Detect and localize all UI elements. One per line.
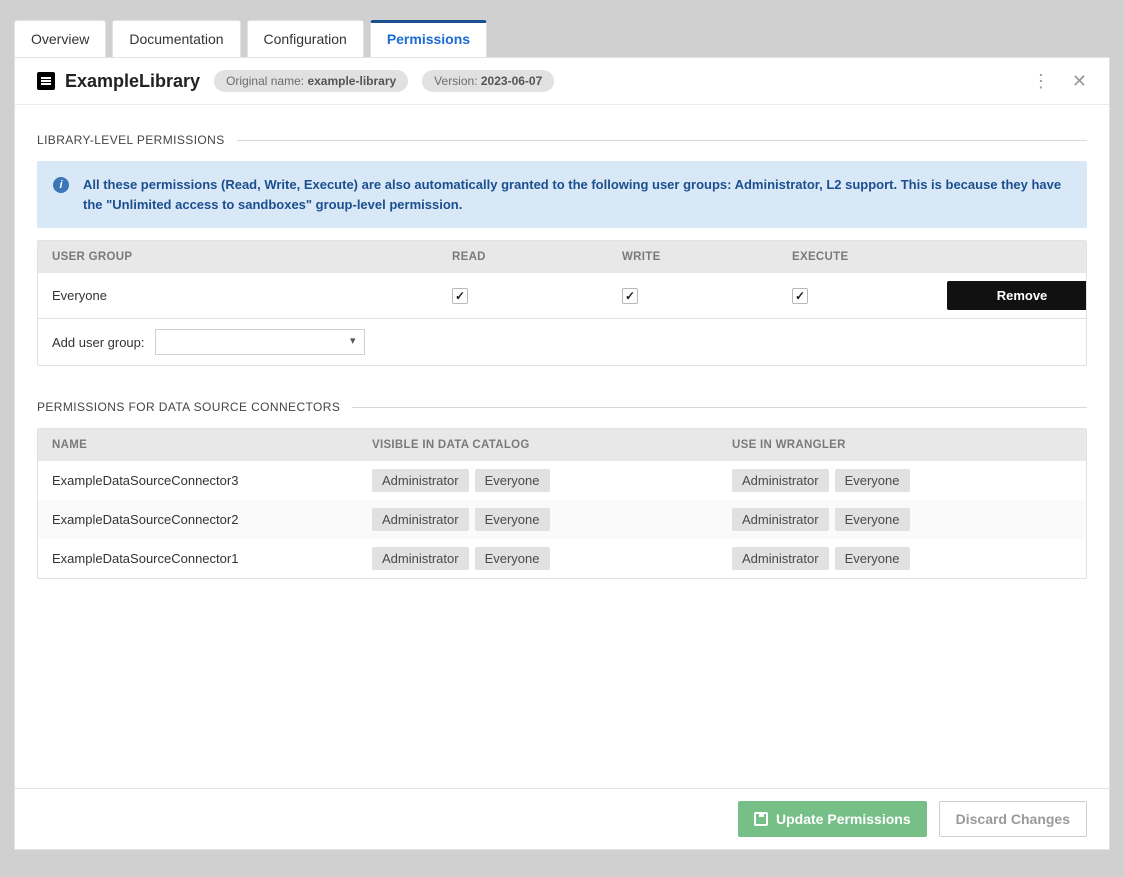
user-group-table-body: Everyone Remove <box>38 273 1086 318</box>
permission-tag[interactable]: Administrator <box>732 508 829 531</box>
connector-table: NAME VISIBLE IN DATA CATALOG USE IN WRAN… <box>37 428 1087 579</box>
version-pill: Version: 2023-06-07 <box>422 70 554 92</box>
save-icon <box>754 812 768 826</box>
divider <box>237 140 1087 141</box>
update-permissions-label: Update Permissions <box>776 811 911 827</box>
table-row: ExampleDataSourceConnector2Administrator… <box>38 500 1086 539</box>
permission-tag[interactable]: Everyone <box>475 547 550 570</box>
col-user-group: USER GROUP <box>38 241 438 273</box>
info-banner-text: All these permissions (Read, Write, Exec… <box>83 175 1071 214</box>
tabs: Overview Documentation Configuration Per… <box>14 20 1110 57</box>
main-panel: ExampleLibrary Original name: example-li… <box>14 57 1110 850</box>
checkbox-execute[interactable] <box>792 288 808 304</box>
cell-catalog: Administrator Everyone <box>358 500 718 539</box>
version-value: 2023-06-07 <box>481 74 542 88</box>
version-label: Version: <box>434 74 477 88</box>
cell-group-name: Everyone <box>38 280 438 311</box>
cell-catalog: Administrator Everyone <box>358 461 718 500</box>
section-library-level-label: LIBRARY-LEVEL PERMISSIONS <box>37 133 225 147</box>
cell-catalog: Administrator Everyone <box>358 539 718 578</box>
divider <box>352 407 1087 408</box>
col-execute: EXECUTE <box>778 241 933 273</box>
cell-connector-name: ExampleDataSourceConnector2 <box>38 504 358 535</box>
user-group-table-header: USER GROUP READ WRITE EXECUTE <box>38 241 1086 273</box>
tab-permissions[interactable]: Permissions <box>370 20 487 57</box>
permission-tag[interactable]: Administrator <box>732 469 829 492</box>
update-permissions-button[interactable]: Update Permissions <box>738 801 927 837</box>
permission-tag[interactable]: Administrator <box>372 508 469 531</box>
cell-connector-name: ExampleDataSourceConnector1 <box>38 543 358 574</box>
col-wrangler: USE IN WRANGLER <box>718 429 1086 461</box>
footer: Update Permissions Discard Changes <box>15 788 1109 849</box>
permission-tag[interactable]: Everyone <box>835 547 910 570</box>
permission-tag[interactable]: Everyone <box>835 508 910 531</box>
checkbox-read[interactable] <box>452 288 468 304</box>
connector-table-body: ExampleDataSourceConnector3Administrator… <box>38 461 1086 578</box>
checkbox-write[interactable] <box>622 288 638 304</box>
discard-changes-button[interactable]: Discard Changes <box>939 801 1087 837</box>
col-name: NAME <box>38 429 358 461</box>
permission-tag[interactable]: Everyone <box>835 469 910 492</box>
original-name-pill: Original name: example-library <box>214 70 408 92</box>
col-catalog: VISIBLE IN DATA CATALOG <box>358 429 718 461</box>
section-connectors: PERMISSIONS FOR DATA SOURCE CONNECTORS <box>37 400 1087 414</box>
col-write: WRITE <box>608 241 778 273</box>
cell-wrangler: Administrator Everyone <box>718 461 1086 500</box>
col-read: READ <box>438 241 608 273</box>
original-name-label: Original name: <box>226 74 304 88</box>
permission-tag[interactable]: Administrator <box>372 469 469 492</box>
permission-tag[interactable]: Everyone <box>475 469 550 492</box>
user-group-table: USER GROUP READ WRITE EXECUTE Everyone R… <box>37 240 1087 366</box>
section-library-level: LIBRARY-LEVEL PERMISSIONS <box>37 133 1087 147</box>
library-icon <box>37 72 55 90</box>
cell-connector-name: ExampleDataSourceConnector3 <box>38 465 358 496</box>
connector-table-header: NAME VISIBLE IN DATA CATALOG USE IN WRAN… <box>38 429 1086 461</box>
add-user-group-label: Add user group: <box>52 335 145 350</box>
col-actions <box>933 247 1086 267</box>
cell-wrangler: Administrator Everyone <box>718 539 1086 578</box>
table-row: ExampleDataSourceConnector3Administrator… <box>38 461 1086 500</box>
add-user-group-dropdown[interactable] <box>155 329 365 355</box>
kebab-menu-icon[interactable]: ⋮ <box>1032 72 1050 90</box>
section-connectors-label: PERMISSIONS FOR DATA SOURCE CONNECTORS <box>37 400 340 414</box>
info-banner: i All these permissions (Read, Write, Ex… <box>37 161 1087 228</box>
table-row: ExampleDataSourceConnector1Administrator… <box>38 539 1086 578</box>
permission-tag[interactable]: Everyone <box>475 508 550 531</box>
permission-tag[interactable]: Administrator <box>372 547 469 570</box>
permission-tag[interactable]: Administrator <box>732 547 829 570</box>
info-icon: i <box>53 177 69 193</box>
table-row: Everyone Remove <box>38 273 1086 318</box>
tab-overview[interactable]: Overview <box>14 20 106 57</box>
library-header: ExampleLibrary Original name: example-li… <box>15 58 1109 105</box>
close-icon[interactable]: ✕ <box>1072 72 1087 90</box>
cell-wrangler: Administrator Everyone <box>718 500 1086 539</box>
discard-changes-label: Discard Changes <box>956 811 1070 827</box>
tab-documentation[interactable]: Documentation <box>112 20 240 57</box>
add-user-group-row: Add user group: <box>38 318 1086 365</box>
original-name-value: example-library <box>307 74 396 88</box>
library-title: ExampleLibrary <box>65 71 200 92</box>
tab-configuration[interactable]: Configuration <box>247 20 364 57</box>
remove-button[interactable]: Remove <box>947 281 1087 310</box>
